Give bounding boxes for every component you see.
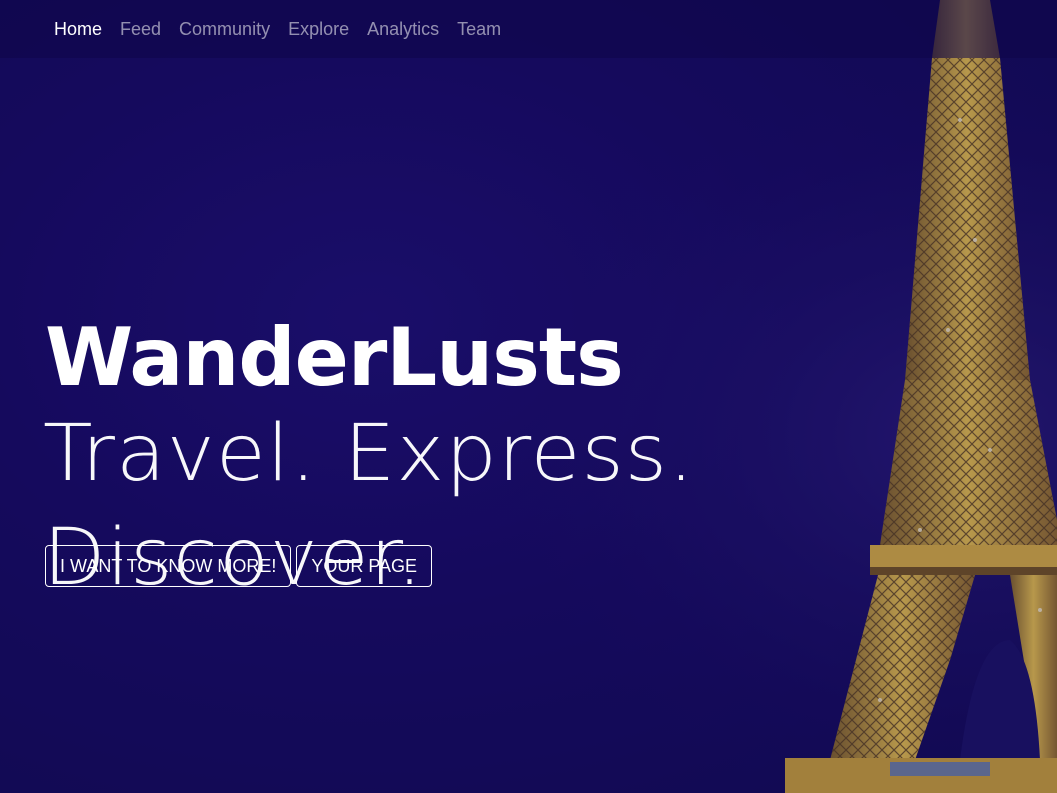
nav-item-home[interactable]: Home (45, 0, 111, 58)
nav-item-community[interactable]: Community (170, 0, 279, 58)
hero-section: Home Feed Community Explore Analytics Te… (0, 0, 1057, 793)
nav-item-explore[interactable]: Explore (279, 0, 358, 58)
hero-title: WanderLusts (45, 311, 624, 404)
hero-button-group: I WANT TO KNOW MORE! YOUR PAGE (45, 545, 433, 587)
nav-item-team[interactable]: Team (448, 0, 510, 58)
your-page-button[interactable]: YOUR PAGE (296, 545, 433, 587)
top-navbar: Home Feed Community Explore Analytics Te… (0, 0, 1057, 58)
nav-item-analytics[interactable]: Analytics (358, 0, 448, 58)
nav-item-feed[interactable]: Feed (111, 0, 170, 58)
know-more-button[interactable]: I WANT TO KNOW MORE! (45, 545, 292, 587)
